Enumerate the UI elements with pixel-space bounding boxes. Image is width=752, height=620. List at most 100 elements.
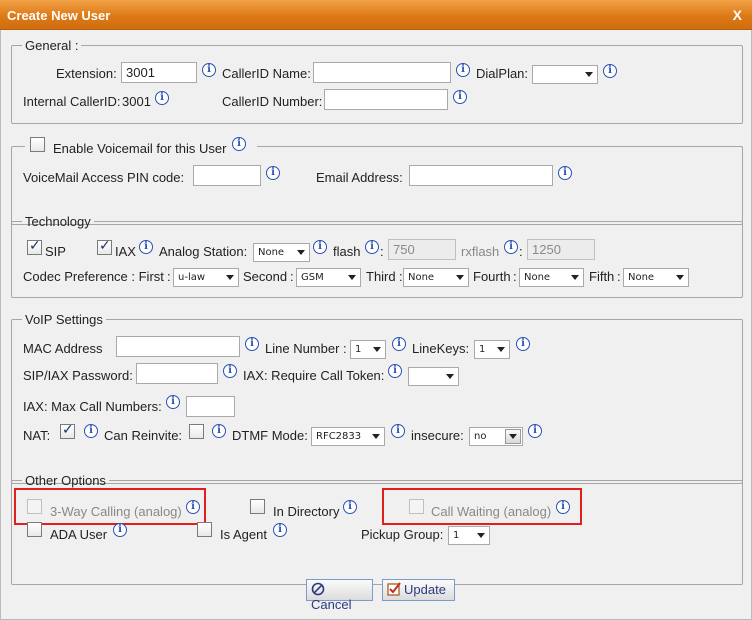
analog-station-info-icon[interactable]: i (313, 240, 327, 254)
other-options-legend: Other Options (25, 473, 106, 488)
ada-user-checkbox[interactable] (27, 522, 42, 537)
linekeys-select[interactable]: 1 (474, 340, 510, 359)
line-number-select[interactable]: 1 (350, 340, 386, 359)
chevron-down-icon (509, 434, 517, 439)
iax-max-calls-info-icon[interactable]: i (166, 395, 180, 409)
call-waiting-checkbox[interactable] (409, 499, 424, 514)
dialplan-info-icon[interactable]: i (603, 64, 617, 78)
sip-iax-password-info-icon[interactable]: i (223, 364, 237, 378)
codec-first-colon: : (167, 269, 171, 284)
chevron-down-icon (446, 374, 454, 379)
chevron-down-icon (676, 275, 684, 280)
mac-address-input[interactable] (116, 336, 240, 357)
dropdown-button (505, 429, 521, 444)
in-directory-info-icon[interactable]: i (343, 500, 357, 514)
analog-station-select[interactable]: None (253, 243, 310, 262)
update-button[interactable]: Update (382, 579, 455, 601)
iax-max-calls-input[interactable] (186, 396, 235, 417)
insecure-label: insecure: (411, 428, 464, 443)
callerid-number-input[interactable] (324, 89, 448, 110)
voicemail-pin-input[interactable] (193, 165, 261, 186)
callerid-name-info-icon[interactable]: i (456, 63, 470, 77)
voicemail-pin-info-icon[interactable]: i (266, 166, 280, 180)
chevron-down-icon (226, 275, 234, 280)
codec-second-select[interactable]: GSM (296, 268, 361, 287)
codec-third-value: None (408, 272, 435, 283)
extension-label: Extension: (56, 66, 117, 81)
iax-call-token-info-icon[interactable]: i (388, 364, 402, 378)
sip-iax-password-label: SIP/IAX Password: (23, 368, 133, 383)
insecure-info-icon[interactable]: i (528, 424, 542, 438)
flash-info-icon[interactable]: i (365, 240, 379, 254)
nat-checkbox[interactable]: ✓ (60, 422, 75, 439)
enable-voicemail-info-icon[interactable]: i (232, 137, 246, 151)
in-directory-checkbox[interactable] (250, 499, 265, 514)
sip-checkbox[interactable]: ✓ (27, 238, 42, 255)
iax-info-icon[interactable]: i (139, 240, 153, 254)
iax-call-token-select[interactable] (408, 367, 459, 386)
email-label: Email Address: (316, 170, 403, 185)
insecure-select[interactable]: no (469, 427, 523, 446)
sip-label: SIP (45, 244, 66, 259)
is-agent-label: Is Agent (220, 527, 267, 542)
nat-label: NAT: (23, 428, 51, 443)
dtmf-mode-info-icon[interactable]: i (391, 424, 405, 438)
dtmf-mode-select[interactable]: RFC2833 (311, 427, 385, 446)
pickup-group-select[interactable]: 1 (448, 526, 490, 545)
mac-address-info-icon[interactable]: i (245, 337, 259, 351)
close-icon[interactable]: X (733, 7, 742, 23)
email-input[interactable] (409, 165, 553, 186)
dialplan-select[interactable] (532, 65, 598, 84)
internal-callerid-info-icon[interactable]: i (155, 91, 169, 105)
cancel-button[interactable]: Cancel (306, 579, 373, 612)
enable-voicemail-checkbox[interactable] (30, 137, 45, 152)
call-waiting-info-icon[interactable]: i (556, 500, 570, 514)
email-info-icon[interactable]: i (558, 166, 572, 180)
cancel-label: Cancel (311, 597, 352, 612)
sip-iax-password-input[interactable] (136, 363, 218, 384)
codec-fifth-select[interactable]: None (623, 268, 689, 287)
codec-first-select[interactable]: u-law (173, 268, 239, 287)
callerid-name-input[interactable] (313, 62, 451, 83)
dtmf-mode-label: DTMF Mode: (232, 428, 308, 443)
can-reinvite-checkbox[interactable] (189, 424, 204, 439)
linekeys-info-icon[interactable]: i (516, 337, 530, 351)
codec-fifth-value: None (628, 272, 655, 283)
linekeys-value: 1 (479, 344, 486, 355)
codec-first-value: u-law (178, 272, 206, 283)
flash-input[interactable] (388, 239, 456, 260)
line-number-info-icon[interactable]: i (392, 337, 406, 351)
can-reinvite-info-icon[interactable]: i (212, 424, 226, 438)
update-label: Update (404, 582, 446, 597)
iax-call-token-label: IAX: Require Call Token: (243, 368, 385, 383)
pickup-group-value: 1 (453, 530, 460, 541)
iax-checkbox[interactable]: ✓ (97, 238, 112, 255)
is-agent-info-icon[interactable]: i (273, 523, 287, 537)
linekeys-label: LineKeys: (412, 341, 470, 356)
codec-second-label: Second (243, 269, 288, 284)
insecure-value: no (474, 431, 487, 442)
codec-fourth-select[interactable]: None (519, 268, 584, 287)
rxflash-input[interactable] (527, 239, 595, 260)
nat-info-icon[interactable]: i (84, 424, 98, 438)
three-way-calling-checkbox[interactable] (27, 499, 42, 514)
callerid-name-label: CallerID Name: (222, 66, 311, 81)
callerid-number-label: CallerID Number: (222, 94, 323, 109)
three-way-calling-info-icon[interactable]: i (186, 500, 200, 514)
is-agent-checkbox[interactable] (197, 522, 212, 537)
extension-input[interactable] (121, 62, 197, 83)
codec-third-label: Third (366, 269, 396, 284)
codec-fourth-label: Fourth (473, 269, 511, 284)
codec-fourth-value: None (524, 272, 551, 283)
rxflash-info-icon[interactable]: i (504, 240, 518, 254)
callerid-number-info-icon[interactable]: i (453, 90, 467, 104)
codec-fourth-colon: : (513, 269, 517, 284)
ada-user-info-icon[interactable]: i (113, 523, 127, 537)
dtmf-mode-value: RFC2833 (316, 431, 362, 442)
extension-info-icon[interactable]: i (202, 63, 216, 77)
mac-address-label: MAC Address (23, 341, 103, 356)
checkmark-icon: ✓ (99, 238, 111, 254)
codec-third-select[interactable]: None (403, 268, 469, 287)
codec-second-value: GSM (301, 272, 324, 283)
rxflash-label: rxflash (461, 244, 500, 259)
